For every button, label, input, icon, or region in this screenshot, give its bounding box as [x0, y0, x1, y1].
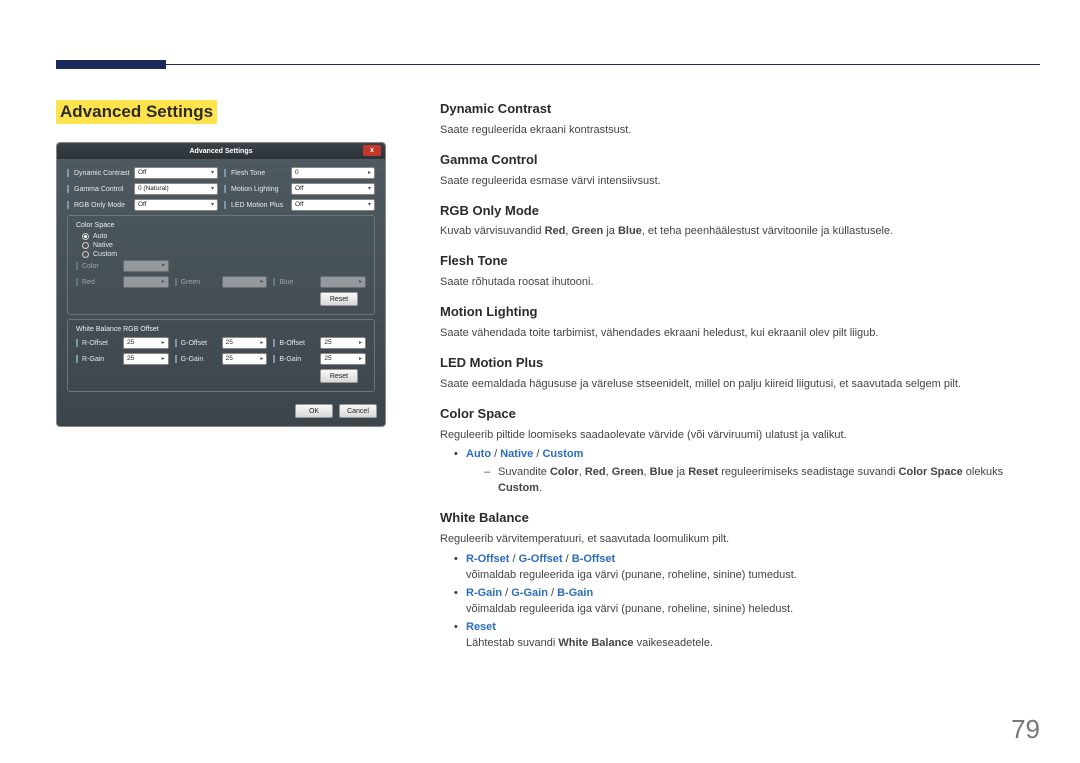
close-icon[interactable]: x — [363, 145, 381, 156]
dialog-titlebar: Advanced Settings x — [57, 143, 385, 159]
header-rule — [56, 64, 1040, 65]
select-cs-blue: ▸ — [320, 276, 366, 288]
group-title-color-space: Color Space — [76, 222, 366, 229]
group-color-space: Color Space Auto Native Custom Color▾ Re… — [67, 215, 375, 315]
description-column: Dynamic Contrast Saate reguleerida ekraa… — [440, 100, 1042, 654]
group-white-balance: White Balance RGB Offset R-Offset25▸ G-O… — [67, 319, 375, 392]
radio-custom[interactable]: Custom — [82, 251, 366, 258]
text-white-balance: Reguleerib värvitemperatuuri, et saavuta… — [440, 532, 1042, 548]
text-flesh-tone: Saate rõhutada roosat ihutooni. — [440, 275, 1042, 291]
label-motion-lighting: Motion Lighting — [231, 186, 287, 193]
dialog-title: Advanced Settings — [189, 148, 252, 155]
ok-button[interactable]: OK — [295, 404, 333, 418]
label-led-motion: LED Motion Plus — [231, 202, 287, 209]
sub-cs-note: Suvandite Color, Red, Green, Blue ja Res… — [484, 465, 1042, 497]
select-g-gain[interactable]: 25▸ — [222, 353, 268, 365]
select-cs-color: ▾ — [123, 260, 169, 272]
select-led-motion[interactable]: Off▾ — [291, 199, 375, 211]
select-dynamic-contrast[interactable]: Off▾ — [134, 167, 218, 179]
group-title-wb: White Balance RGB Offset — [76, 326, 366, 333]
text-led-motion: Saate eemaldada hägususe ja väreluse sts… — [440, 377, 1042, 393]
heading-gamma-control: Gamma Control — [440, 151, 1042, 170]
heading-led-motion: LED Motion Plus — [440, 354, 1042, 373]
text-gamma-control: Saate reguleerida esmase värvi intensiiv… — [440, 174, 1042, 190]
select-r-gain[interactable]: 25▸ — [123, 353, 169, 365]
cancel-button[interactable]: Cancel — [339, 404, 377, 418]
page-number: 79 — [1011, 714, 1040, 745]
select-rgb-only[interactable]: Off▾ — [134, 199, 218, 211]
text-motion-lighting: Saate vähendada toite tarbimist, vähenda… — [440, 326, 1042, 342]
heading-white-balance: White Balance — [440, 509, 1042, 528]
select-cs-green: ▸ — [222, 276, 268, 288]
select-r-offset[interactable]: 25▸ — [123, 337, 169, 349]
select-cs-red: ▸ — [123, 276, 169, 288]
radio-auto[interactable]: Auto — [82, 233, 366, 240]
label-rgb-only: RGB Only Mode — [74, 202, 130, 209]
label-flesh-tone: Flesh Tone — [231, 170, 287, 177]
bullet-cs-options: Auto / Native / Custom Suvandite Color, … — [454, 447, 1042, 497]
heading-dynamic-contrast: Dynamic Contrast — [440, 100, 1042, 119]
heading-flesh-tone: Flesh Tone — [440, 252, 1042, 271]
select-b-offset[interactable]: 25▸ — [320, 337, 366, 349]
text-rgb-only: Kuvab värvisuvandid Red, Green ja Blue, … — [440, 224, 1042, 240]
radio-native[interactable]: Native — [82, 242, 366, 249]
heading-color-space: Color Space — [440, 405, 1042, 424]
settings-dialog: Advanced Settings x Dynamic Contrast Off▾… — [56, 142, 386, 427]
bullet-wb-gain: R-Gain / G-Gain / B-Gain võimaldab regul… — [454, 586, 1042, 618]
select-flesh-tone[interactable]: 0▸ — [291, 167, 375, 179]
text-color-space: Reguleerib piltide loomiseks saadaolevat… — [440, 428, 1042, 444]
section-title: Advanced Settings — [56, 100, 217, 124]
select-gamma[interactable]: 0 (Natural)▾ — [134, 183, 218, 195]
text-dynamic-contrast: Saate reguleerida ekraani kontrastsust. — [440, 123, 1042, 139]
select-g-offset[interactable]: 25▸ — [222, 337, 268, 349]
select-motion-lighting[interactable]: Off▾ — [291, 183, 375, 195]
reset-wb-button[interactable]: Reset — [320, 369, 358, 383]
bullet-wb-reset: Reset Lähtestab suvandi White Balance va… — [454, 620, 1042, 652]
heading-motion-lighting: Motion Lighting — [440, 303, 1042, 322]
reset-color-space-button[interactable]: Reset — [320, 292, 358, 306]
bullet-wb-offset: R-Offset / G-Offset / B-Offset võimaldab… — [454, 552, 1042, 584]
heading-rgb-only: RGB Only Mode — [440, 202, 1042, 221]
label-dynamic-contrast: Dynamic Contrast — [74, 170, 130, 177]
label-gamma: Gamma Control — [74, 186, 130, 193]
select-b-gain[interactable]: 25▸ — [320, 353, 366, 365]
